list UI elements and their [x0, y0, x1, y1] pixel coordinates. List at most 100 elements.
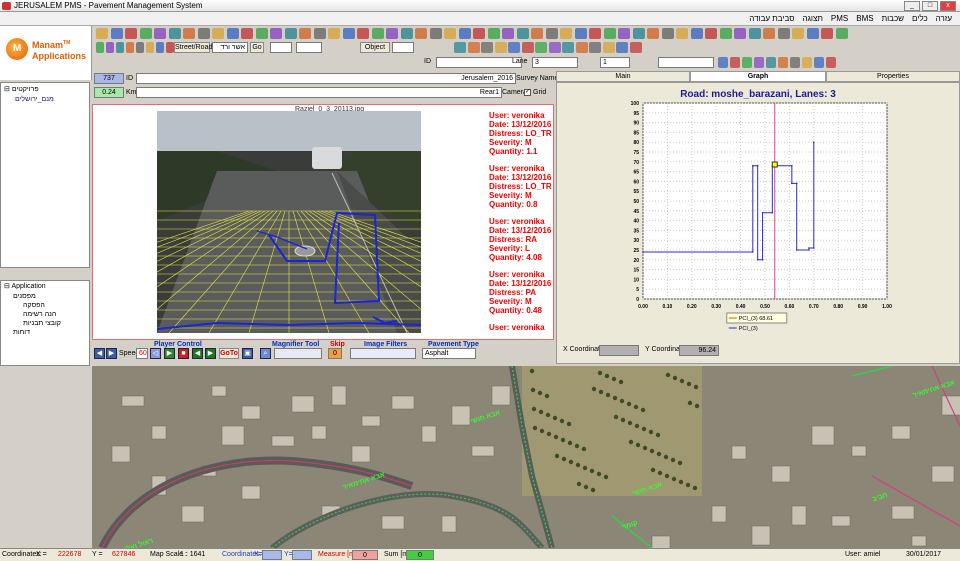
toolbar-icon[interactable]	[562, 42, 574, 53]
tab-graph[interactable]: Graph	[690, 71, 826, 82]
toolbar-icon[interactable]	[835, 28, 848, 39]
toolbar-icon[interactable]	[467, 42, 480, 53]
toolbar-icon[interactable]	[629, 42, 642, 53]
toolbar-icon[interactable]	[603, 28, 616, 39]
close-button[interactable]: x	[940, 1, 956, 11]
toolbar-icon[interactable]	[110, 28, 123, 39]
toolbar-icon[interactable]	[508, 42, 520, 53]
lane-select[interactable]: 3	[532, 57, 578, 68]
go-button[interactable]: Go	[250, 42, 264, 53]
toolbar-icon[interactable]	[116, 42, 124, 53]
toolbar-icon[interactable]	[328, 28, 340, 39]
step-back-button[interactable]: ◀	[94, 348, 105, 359]
toolbar-icon[interactable]	[136, 42, 144, 53]
toolbar-icon[interactable]	[487, 28, 500, 39]
toolbar-icon[interactable]	[473, 28, 485, 39]
secondary-input[interactable]	[296, 42, 322, 53]
toolbar-icon[interactable]	[156, 42, 164, 53]
toolbar-icon[interactable]	[494, 42, 507, 53]
toolbar-icon[interactable]	[806, 28, 819, 39]
toolbar-icon[interactable]	[535, 42, 547, 53]
play-button[interactable]: ▶	[164, 348, 175, 359]
aerial-map[interactable]	[92, 366, 960, 548]
camera-select[interactable]: Rear1	[136, 87, 502, 98]
map-view[interactable]: ראול ואלנברג אבא אחימאיר אבא חושי קומוי אבא …	[92, 366, 960, 548]
magnifier-icon[interactable]: ⌕	[260, 348, 271, 359]
toolbar-icon[interactable]	[531, 28, 543, 39]
toolbar-icon[interactable]	[415, 28, 427, 39]
house-number-input[interactable]	[270, 42, 292, 53]
toolbar-icon[interactable]	[618, 28, 630, 39]
toolbar-icon[interactable]	[386, 28, 398, 39]
tree-root[interactable]: ⊟ פרויקטים	[4, 85, 39, 95]
toolbar-icon[interactable]	[705, 28, 717, 39]
menu-item-3[interactable]: BMS	[856, 12, 873, 26]
toolbar-icon[interactable]	[241, 28, 253, 39]
toolbar-icon[interactable]	[168, 28, 181, 39]
street-input[interactable]: אשר ורד	[212, 42, 248, 53]
toolbar-icon[interactable]	[226, 28, 239, 39]
tree-child[interactable]: מנם_ירושלים	[15, 95, 54, 105]
toolbar-icon[interactable]	[661, 28, 674, 39]
toolbar-icon[interactable]	[139, 28, 152, 39]
maximize-button[interactable]: □	[922, 1, 938, 11]
toolbar-icon[interactable]	[790, 57, 800, 68]
distress-record[interactable]: User: veronika Date: 13/12/2016 Distress: …	[489, 164, 553, 209]
magnifier-slider[interactable]	[274, 348, 322, 359]
km-value[interactable]: 0.24	[94, 87, 124, 98]
grid-checkbox[interactable]: ✓	[524, 89, 531, 96]
toolbar-icon[interactable]	[748, 28, 761, 39]
toolbar-icon[interactable]	[589, 42, 601, 53]
toolbar-icon[interactable]	[106, 42, 114, 53]
toolbar-icon[interactable]	[212, 28, 224, 39]
toolbar-icon[interactable]	[545, 28, 558, 39]
toolbar-icon[interactable]	[734, 28, 746, 39]
menu-item-1[interactable]: כלים	[912, 12, 928, 26]
app-tree-root[interactable]: ⊟ Application	[4, 282, 46, 292]
skip-input[interactable]: 0	[328, 348, 342, 359]
toolbar-icon[interactable]	[154, 28, 166, 39]
toolbar-icon[interactable]	[777, 28, 790, 39]
toolbar-icon[interactable]	[821, 28, 833, 39]
toolbar-icon[interactable]	[778, 57, 788, 68]
minimize-button[interactable]: _	[904, 1, 920, 11]
id-value[interactable]: 737	[94, 73, 124, 84]
toolbar-icon[interactable]	[521, 42, 534, 53]
menu-item-5[interactable]: תצוגה	[802, 12, 822, 26]
image-filters-select[interactable]	[350, 348, 416, 359]
pavement-type-select[interactable]: Asphalt	[422, 348, 476, 359]
toolbar-icon[interactable]	[548, 42, 561, 53]
toolbar-icon[interactable]	[166, 42, 174, 53]
toolbar-icon[interactable]	[814, 57, 824, 68]
toolbar-icon[interactable]	[183, 28, 195, 39]
toolbar-icon[interactable]	[730, 57, 740, 68]
distress-record[interactable]: User: veronika Date: 13/12/2016 Distress: …	[489, 111, 553, 156]
toolbar-icon[interactable]	[766, 57, 776, 68]
toolbar-icon[interactable]	[560, 28, 572, 39]
goto-button[interactable]: GoTo	[219, 348, 239, 359]
toolbar-icon[interactable]	[444, 28, 456, 39]
object-button[interactable]: Object	[360, 42, 390, 53]
toolbar-icon[interactable]	[575, 42, 588, 53]
toolbar-icon[interactable]	[632, 28, 645, 39]
toolbar-icon[interactable]	[146, 42, 154, 53]
menu-item-4[interactable]: PMS	[831, 12, 848, 26]
toolbar-icon[interactable]	[400, 28, 413, 39]
toolbar-icon[interactable]	[429, 28, 442, 39]
tab-properties[interactable]: Properties	[826, 71, 960, 82]
tab-main[interactable]: Main	[556, 71, 690, 82]
play-reverse-button[interactable]: ◁	[150, 348, 161, 359]
toolbar-icon[interactable]	[690, 28, 703, 39]
toolbar-icon[interactable]	[589, 28, 601, 39]
toolbar-icon[interactable]	[516, 28, 529, 39]
toolbar-icon[interactable]	[357, 28, 369, 39]
step-forward-button[interactable]: ▶	[106, 348, 117, 359]
toolbar-icon[interactable]	[371, 28, 384, 39]
toolbar-icon[interactable]	[126, 42, 134, 53]
toolbar-icon[interactable]	[802, 57, 812, 68]
toolbar-icon[interactable]	[255, 28, 268, 39]
speed-input[interactable]: 60	[136, 348, 148, 359]
toolbar-icon[interactable]	[647, 28, 659, 39]
road-image[interactable]	[157, 111, 421, 333]
nav-select[interactable]	[658, 57, 714, 68]
